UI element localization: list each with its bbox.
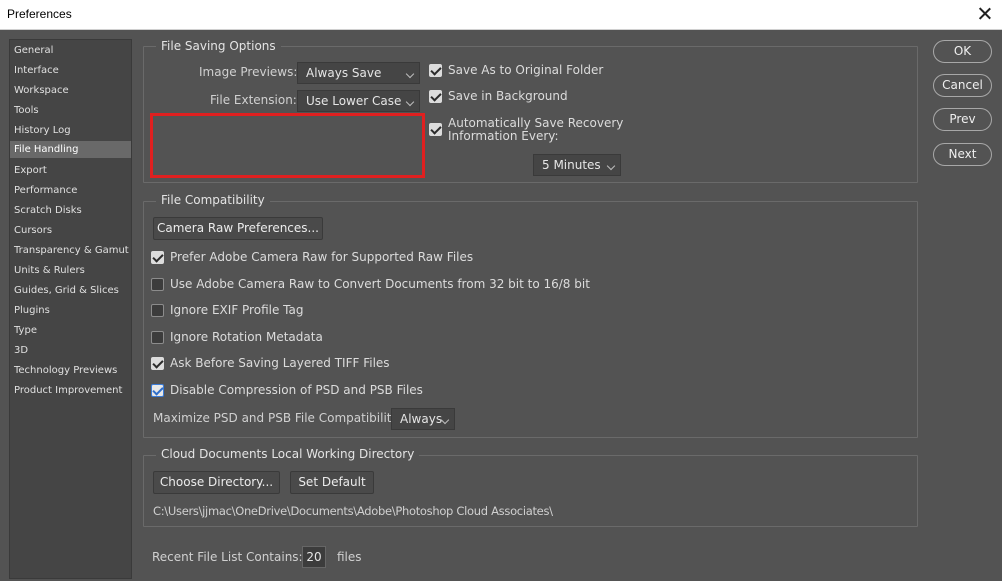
- cloud-directory-path: C:\Users\jjmac\OneDrive\Documents\Adobe\…: [153, 504, 553, 518]
- sidebar-item-product-improvement[interactable]: Product Improvement: [10, 382, 131, 399]
- title-bar: Preferences: [0, 0, 1002, 30]
- sidebar-item-history-log[interactable]: History Log: [10, 122, 131, 139]
- save-as-original-checkbox[interactable]: [429, 64, 442, 77]
- file-extension-select[interactable]: Use Lower Case: [297, 90, 420, 112]
- recent-files-suffix: files: [337, 550, 362, 564]
- sidebar-item-transparency-gamut[interactable]: Transparency & Gamut: [10, 242, 131, 259]
- cancel-button[interactable]: Cancel: [933, 74, 992, 97]
- maximize-compatibility-label: Maximize PSD and PSB File Compatibility:: [153, 411, 402, 425]
- category-sidebar: General Interface Workspace Tools Histor…: [9, 39, 132, 579]
- file-saving-options-legend: File Saving Options: [156, 39, 281, 53]
- set-default-button[interactable]: Set Default: [290, 471, 374, 494]
- file-extension-label: File Extension:: [210, 93, 297, 107]
- image-previews-label: Image Previews:: [199, 65, 298, 79]
- close-icon[interactable]: [974, 3, 996, 25]
- chevron-down-icon: [405, 97, 415, 107]
- highlight-box: [150, 113, 425, 178]
- ignore-exif-checkbox[interactable]: [151, 304, 164, 317]
- sidebar-item-units-rulers[interactable]: Units & Rulers: [10, 262, 131, 279]
- recent-files-input[interactable]: 20: [302, 546, 326, 568]
- sidebar-item-export[interactable]: Export: [10, 162, 131, 179]
- auto-save-recovery-checkbox[interactable]: [429, 123, 442, 136]
- sidebar-item-interface[interactable]: Interface: [10, 62, 131, 79]
- sidebar-item-technology-previews[interactable]: Technology Previews: [10, 362, 131, 379]
- ok-button[interactable]: OK: [933, 40, 992, 63]
- save-in-background-checkbox[interactable]: [429, 90, 442, 103]
- image-previews-value: Always Save: [306, 66, 382, 80]
- sidebar-item-performance[interactable]: Performance: [10, 182, 131, 199]
- ask-layered-tiff-label: Ask Before Saving Layered TIFF Files: [170, 356, 390, 370]
- recent-files-label: Recent File List Contains:: [152, 550, 303, 564]
- auto-save-interval-select[interactable]: 5 Minutes: [533, 154, 621, 176]
- sidebar-item-3d[interactable]: 3D: [10, 342, 131, 359]
- use-camera-raw-convert-checkbox[interactable]: [151, 278, 164, 291]
- auto-save-recovery-label-line1: Automatically Save Recovery: [448, 116, 624, 130]
- sidebar-item-guides-grid-slices[interactable]: Guides, Grid & Slices: [10, 282, 131, 299]
- ignore-rotation-label: Ignore Rotation Metadata: [170, 330, 323, 344]
- auto-save-recovery-label-line2: Information Every:: [448, 129, 559, 143]
- ignore-rotation-checkbox[interactable]: [151, 331, 164, 344]
- chevron-down-icon: [405, 69, 415, 79]
- disable-compression-checkbox[interactable]: [151, 384, 164, 397]
- use-camera-raw-convert-label: Use Adobe Camera Raw to Convert Document…: [170, 277, 590, 291]
- ask-layered-tiff-checkbox[interactable]: [151, 357, 164, 370]
- maximize-compatibility-value: Always: [400, 412, 443, 426]
- chevron-down-icon: [606, 161, 616, 171]
- sidebar-item-type[interactable]: Type: [10, 322, 131, 339]
- next-button[interactable]: Next: [933, 143, 992, 166]
- window-title: Preferences: [7, 7, 72, 21]
- prev-button[interactable]: Prev: [933, 108, 992, 131]
- disable-compression-label: Disable Compression of PSD and PSB Files: [170, 383, 423, 397]
- sidebar-item-cursors[interactable]: Cursors: [10, 222, 131, 239]
- sidebar-item-general[interactable]: General: [10, 42, 131, 59]
- sidebar-item-scratch-disks[interactable]: Scratch Disks: [10, 202, 131, 219]
- file-extension-value: Use Lower Case: [306, 94, 402, 108]
- ignore-exif-label: Ignore EXIF Profile Tag: [170, 303, 304, 317]
- maximize-compatibility-select[interactable]: Always: [391, 408, 455, 430]
- prefer-camera-raw-checkbox[interactable]: [151, 251, 164, 264]
- save-in-background-label: Save in Background: [448, 89, 568, 103]
- cloud-documents-legend: Cloud Documents Local Working Directory: [156, 447, 420, 461]
- sidebar-item-plugins[interactable]: Plugins: [10, 302, 131, 319]
- sidebar-item-tools[interactable]: Tools: [10, 102, 131, 119]
- file-compatibility-legend: File Compatibility: [156, 193, 270, 207]
- sidebar-item-file-handling[interactable]: File Handling: [10, 141, 131, 158]
- auto-save-interval-value: 5 Minutes: [542, 158, 601, 172]
- camera-raw-preferences-button[interactable]: Camera Raw Preferences...: [153, 217, 323, 240]
- image-previews-select[interactable]: Always Save: [297, 62, 420, 84]
- prefer-camera-raw-label: Prefer Adobe Camera Raw for Supported Ra…: [170, 250, 474, 264]
- dialog-client: General Interface Workspace Tools Histor…: [0, 30, 1002, 581]
- sidebar-item-workspace[interactable]: Workspace: [10, 82, 131, 99]
- save-as-original-label: Save As to Original Folder: [448, 63, 604, 77]
- choose-directory-button[interactable]: Choose Directory...: [153, 471, 280, 494]
